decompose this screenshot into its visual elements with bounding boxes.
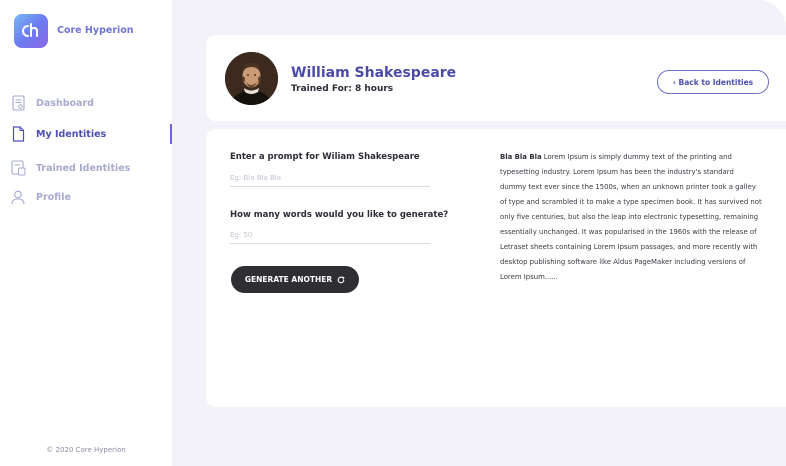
- generation-card: Enter a prompt for Wiliam Shakespeare Ho…: [206, 129, 786, 407]
- prompt-label: Enter a prompt for Wiliam Shakespeare: [230, 152, 420, 162]
- generated-text: Bla Bla Bla Lorem Ipsum is simply dummy …: [500, 150, 762, 285]
- sidebar-item-dashboard[interactable]: Dashboard: [10, 93, 172, 113]
- avatar: [225, 52, 278, 105]
- back-to-identities-button[interactable]: ‹ Back to Identities: [657, 70, 769, 94]
- trained-doc-icon: [10, 159, 26, 177]
- portrait-icon: [225, 52, 278, 105]
- identity-name: William Shakespeare: [291, 65, 457, 81]
- refresh-icon: [337, 275, 345, 283]
- generate-another-button[interactable]: GENERATE ANOTHER: [231, 266, 359, 293]
- prompt-input[interactable]: [230, 169, 430, 187]
- sidebar-item-my-identities[interactable]: My Identities: [10, 124, 172, 144]
- generate-button-label: GENERATE ANOTHER: [244, 275, 333, 284]
- generated-text-lead: Bla Bla Bla: [500, 153, 542, 161]
- sidebar-item-label: Profile: [36, 191, 71, 203]
- sidebar-item-profile[interactable]: Profile: [10, 187, 172, 207]
- generated-text-body: Lorem Ipsum is simply dummy text of the …: [500, 153, 762, 281]
- trained-duration: Trained For: 8 hours: [291, 84, 394, 94]
- sidebar-item-trained-identities[interactable]: Trained Identities: [10, 158, 172, 178]
- app-logo[interactable]: [14, 14, 48, 48]
- document-icon: [10, 125, 26, 143]
- word-count-input[interactable]: [230, 226, 430, 244]
- logo-mark-icon: [22, 23, 38, 37]
- brand-name: Core Hyperion: [57, 25, 134, 36]
- sidebar-item-label: Trained Identities: [36, 162, 131, 174]
- user-icon: [10, 188, 26, 206]
- dashboard-doc-icon: [10, 94, 26, 112]
- sidebar: Core Hyperion Dashboard My Identities Tr…: [0, 0, 172, 466]
- identity-header-card: William Shakespeare Trained For: 8 hours…: [206, 35, 786, 121]
- word-count-label: How many words would you like to generat…: [230, 210, 449, 220]
- sidebar-item-label: Dashboard: [36, 97, 94, 109]
- copyright-footer: © 2020 Core Hyperion: [46, 446, 126, 454]
- sidebar-item-label: My Identities: [36, 128, 107, 140]
